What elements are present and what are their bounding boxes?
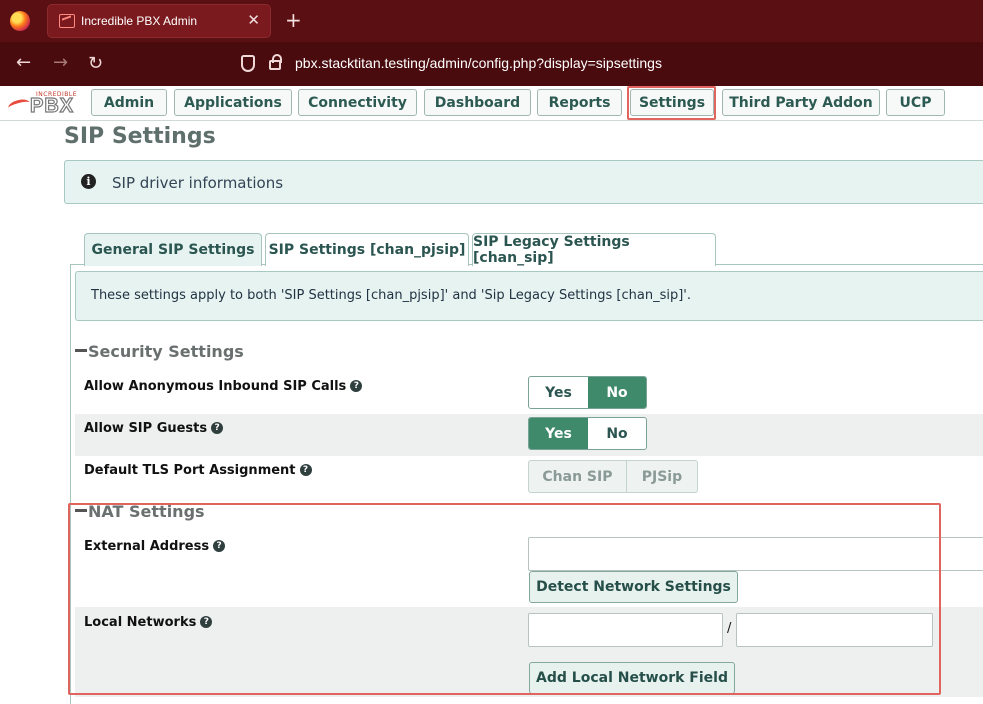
info-text: SIP driver informations [112,174,284,192]
allow-anonymous-no[interactable]: No [587,377,646,408]
settings-highlight-box [627,86,716,120]
menu-third-party-addon[interactable]: Third Party Addon [722,89,880,116]
browser-tab-title: Incredible PBX Admin [81,14,198,28]
tab-sip-legacy-settings[interactable]: SIP Legacy Settings [chan_sip] [472,233,716,266]
lock-icon[interactable] [269,54,282,70]
reload-icon[interactable]: ↻ [88,53,103,74]
pbx-favicon-icon [59,14,75,28]
allow-guests-text: Allow SIP Guests [84,421,208,436]
firefox-logo-icon[interactable] [10,11,30,31]
tab-general-sip-settings[interactable]: General SIP Settings [84,233,262,266]
shield-icon[interactable] [241,55,255,72]
menu-admin[interactable]: Admin [91,89,167,116]
info-icon: i [81,174,96,189]
help-icon[interactable]: ? [350,379,363,392]
security-settings-toggle[interactable]: Security Settings [75,342,244,361]
help-icon[interactable]: ? [299,463,312,476]
tls-port-text: Default TLS Port Assignment [84,463,296,478]
apply-note-text: These settings apply to both 'SIP Settin… [91,288,691,303]
browser-tab-bar: Incredible PBX Admin ✕ + [0,0,983,42]
allow-anonymous-text: Allow Anonymous Inbound SIP Calls [84,379,347,394]
tls-chan-sip: Chan SIP [542,468,613,485]
plus-icon[interactable]: + [285,8,302,32]
page-title: SIP Settings [64,124,216,149]
back-arrow-icon[interactable]: ← [16,52,31,73]
allow-anonymous-yes[interactable]: Yes [529,377,588,408]
app-menu-bar: INCREDIBLE PBX Admin Applications Connec… [0,86,983,121]
allow-guests-toggle[interactable]: Yes No [528,417,647,450]
security-settings-title: Security Settings [88,342,244,361]
menu-applications[interactable]: Applications [174,89,292,116]
apply-note: These settings apply to both 'SIP Settin… [75,271,983,321]
nat-settings-highlight-box [68,503,941,695]
allow-guests-label: Allow SIP Guests? [84,421,224,436]
allow-guests-yes[interactable]: Yes [529,418,588,449]
menu-connectivity[interactable]: Connectivity [298,89,417,116]
forward-arrow-icon[interactable]: → [53,52,68,73]
tab-sip-settings-pjsip[interactable]: SIP Settings [chan_pjsip] [265,233,469,266]
tls-port-label: Default TLS Port Assignment? [84,463,312,478]
allow-anonymous-toggle[interactable]: Yes No [528,376,647,409]
info-box[interactable]: i SIP driver informations [64,160,983,204]
menu-ucp[interactable]: UCP [886,89,945,116]
browser-nav-bar: ← → ↻ pbx.stacktitan.testing/admin/confi… [0,42,983,86]
menu-reports[interactable]: Reports [537,89,622,116]
incredible-pbx-logo[interactable]: INCREDIBLE PBX [6,91,86,118]
allow-anonymous-label: Allow Anonymous Inbound SIP Calls? [84,379,363,394]
tls-port-toggle: Chan SIP PJSip [528,460,698,493]
tls-pjsip: PJSip [625,461,697,492]
url-bar[interactable]: pbx.stacktitan.testing/admin/config.php?… [295,55,662,71]
logo-big-text: PBX [29,94,75,117]
menu-dashboard[interactable]: Dashboard [424,89,531,116]
logo-swoosh-icon [6,97,32,114]
close-icon[interactable]: ✕ [247,11,260,29]
allow-guests-no[interactable]: No [588,418,646,449]
browser-tab[interactable]: Incredible PBX Admin ✕ [47,4,271,38]
help-icon[interactable]: ? [211,421,224,434]
collapse-icon [75,349,87,352]
